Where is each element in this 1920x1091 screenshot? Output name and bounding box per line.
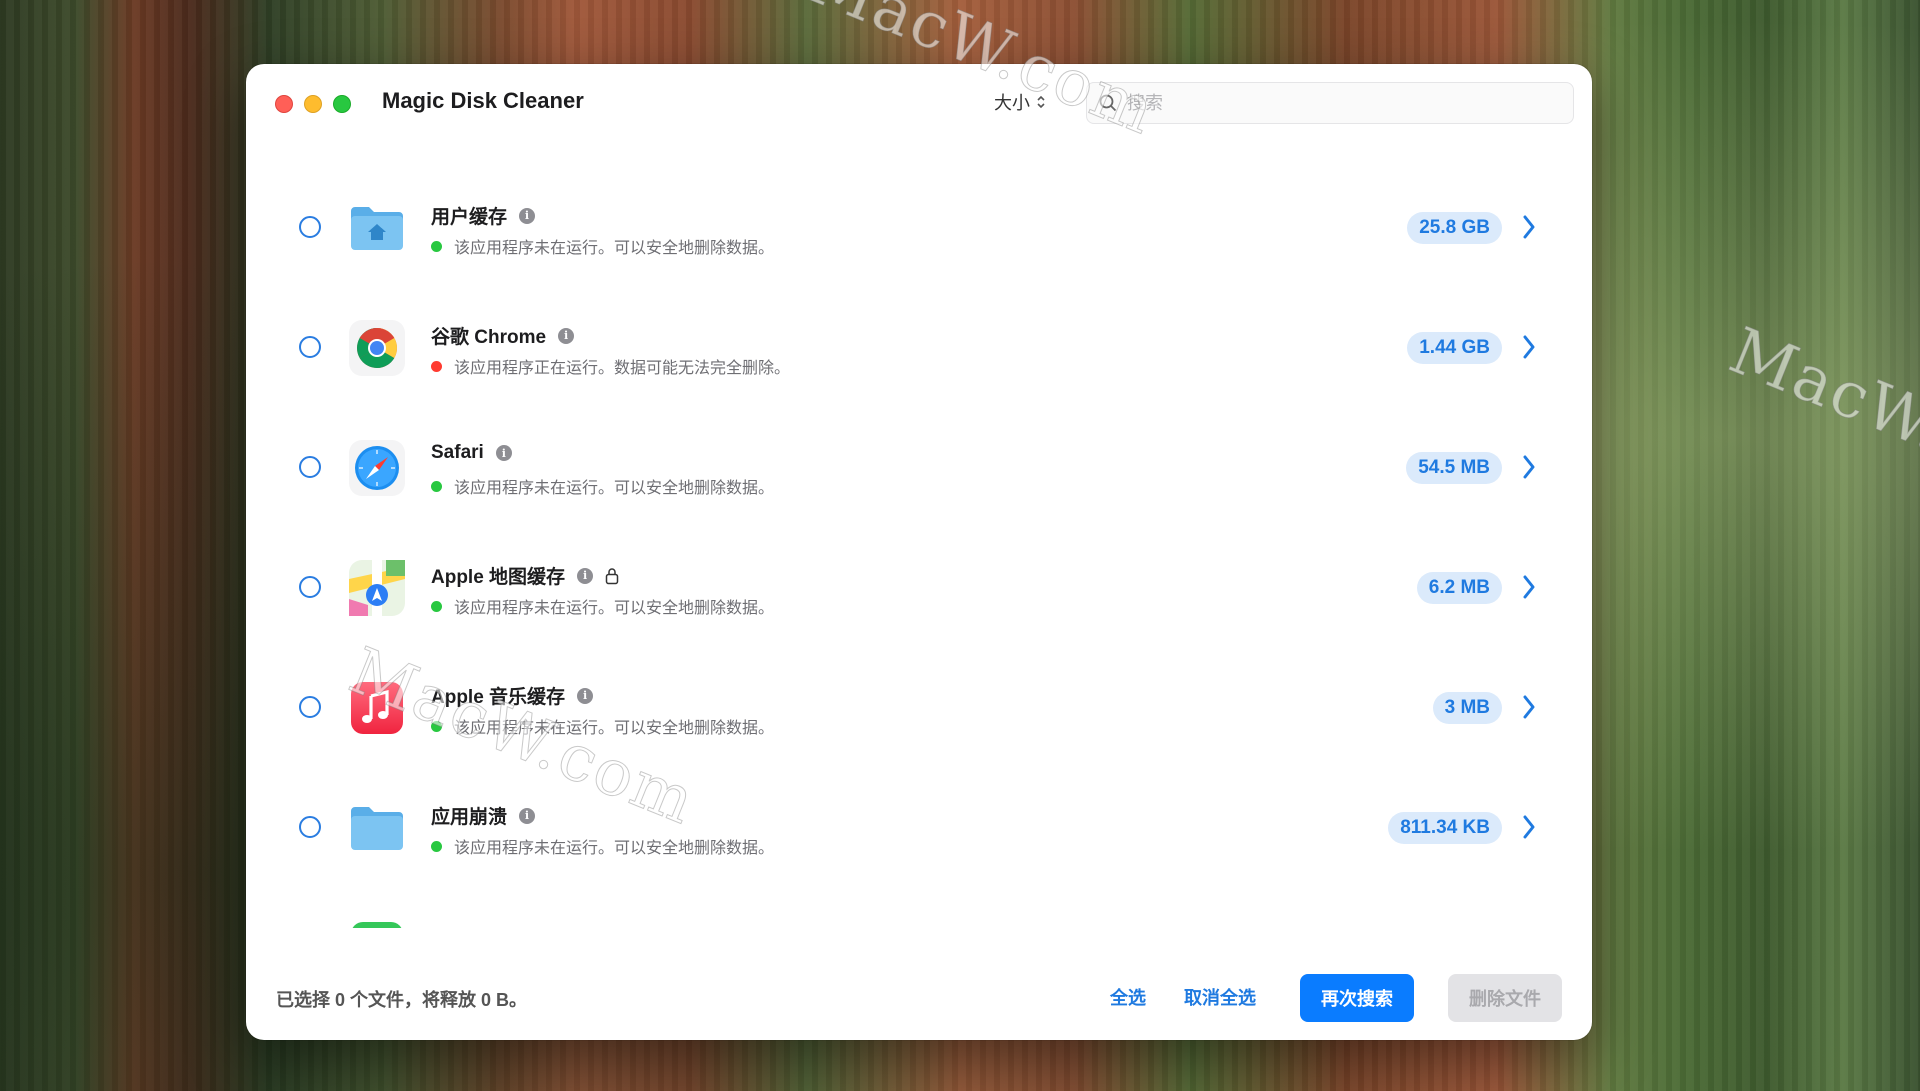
status-text: 该应用程序未在运行。可以安全地删除数据。: [454, 840, 775, 857]
app-title: Magic Disk Cleaner: [382, 88, 584, 113]
item-name: Apple 地图缓存: [431, 567, 566, 588]
cache-list: 用户缓存 i 该应用程序未在运行。可以安全地删除数据。 25.8 GB 谷歌 C…: [246, 168, 1592, 928]
status-dot-green: [431, 720, 442, 732]
list-item[interactable]: 应用崩溃 i 该应用程序未在运行。可以安全地删除数据。 811.34 KB: [246, 768, 1592, 888]
search-input[interactable]: [1125, 91, 1549, 115]
chevron-right-icon[interactable]: [1522, 814, 1536, 840]
status-text: 该应用程序正在运行。数据可能无法完全删除。: [454, 360, 791, 377]
info-icon[interactable]: i: [558, 327, 575, 344]
item-name: 用户缓存: [431, 207, 508, 228]
info-icon[interactable]: i: [519, 207, 536, 224]
search-icon: [1099, 94, 1117, 112]
select-radio[interactable]: [299, 336, 321, 358]
list-item[interactable]: Apple 地图缓存 i 该应用程序未在运行。可以安全地删除数据。 6.2 MB: [246, 528, 1592, 648]
size-badge: 54.5 MB: [1406, 452, 1502, 484]
list-item[interactable]: Apple 音乐缓存 i 该应用程序未在运行。可以安全地删除数据。 3 MB: [246, 648, 1592, 768]
item-name: 应用崩溃: [431, 807, 508, 828]
info-icon[interactable]: i: [577, 567, 594, 584]
item-name: Safari: [431, 442, 484, 463]
info-icon[interactable]: i: [577, 687, 594, 704]
title-bar: Magic Disk Cleaner 大小: [246, 64, 1592, 142]
select-all-button[interactable]: 全选: [1110, 974, 1146, 1020]
status-text: 该应用程序未在运行。可以安全地删除数据。: [454, 720, 775, 737]
lock-icon: [605, 567, 619, 584]
chevron-right-icon[interactable]: [1522, 574, 1536, 600]
minimize-button[interactable]: [304, 95, 322, 113]
sort-selector[interactable]: 大小: [982, 82, 1094, 122]
selection-summary: 已选择 0 个文件，将释放 0 B。: [276, 990, 528, 1010]
size-badge: 6.2 MB: [1416, 572, 1502, 604]
status-dot-green: [431, 840, 442, 852]
deselect-all-button[interactable]: 取消全选: [1184, 974, 1256, 1020]
home-folder-icon: [351, 207, 403, 250]
chevron-right-icon[interactable]: [1522, 694, 1536, 720]
select-radio[interactable]: [299, 576, 321, 598]
info-icon[interactable]: i: [519, 807, 536, 824]
select-radio[interactable]: [299, 696, 321, 718]
item-name: Apple 音乐缓存: [431, 687, 566, 708]
close-button[interactable]: [275, 95, 293, 113]
chevron-right-icon[interactable]: [1522, 454, 1536, 480]
folder-icon: [351, 807, 403, 850]
list-item[interactable]: Safari i 该应用程序未在运行。可以安全地删除数据。 54.5 MB: [246, 408, 1592, 528]
messages-icon: [352, 922, 402, 928]
status-text: 该应用程序未在运行。可以安全地删除数据。: [454, 480, 775, 497]
search-field[interactable]: [1086, 82, 1574, 124]
sort-chevron-icon: [1036, 94, 1046, 110]
select-radio[interactable]: [299, 456, 321, 478]
search-again-button[interactable]: 再次搜索: [1300, 974, 1414, 1022]
size-badge: 811.34 KB: [1388, 812, 1502, 844]
status-dot-red: [431, 360, 442, 372]
status-dot-green: [431, 600, 442, 612]
delete-files-button[interactable]: 删除文件: [1448, 974, 1562, 1022]
maps-icon: [349, 560, 405, 616]
status-dot-green: [431, 480, 442, 492]
status-text: 该应用程序未在运行。可以安全地删除数据。: [454, 240, 775, 257]
list-item[interactable]: 谷歌 Chrome i 该应用程序正在运行。数据可能无法完全删除。 1.44 G…: [246, 288, 1592, 408]
status-dot-green: [431, 240, 442, 252]
list-item[interactable]: 用户缓存 i 该应用程序未在运行。可以安全地删除数据。 25.8 GB: [246, 168, 1592, 288]
size-badge: 3 MB: [1432, 692, 1502, 724]
chrome-icon: [349, 320, 405, 376]
select-radio[interactable]: [299, 216, 321, 238]
safari-icon: [349, 440, 405, 496]
status-text: 该应用程序未在运行。可以安全地删除数据。: [454, 600, 775, 617]
size-badge: 1.44 GB: [1407, 332, 1502, 364]
zoom-button[interactable]: [333, 95, 351, 113]
size-badge: 25.8 GB: [1407, 212, 1502, 244]
music-icon: [351, 682, 403, 734]
footer-bar: 已选择 0 个文件，将释放 0 B。 全选 取消全选 再次搜索 删除文件: [246, 944, 1592, 1040]
item-name: 谷歌 Chrome: [431, 327, 547, 348]
list-item-partial: [246, 888, 1592, 928]
sort-label: 大小: [994, 93, 1030, 113]
select-radio[interactable]: [299, 816, 321, 838]
app-window: Magic Disk Cleaner 大小 用户缓存 i: [246, 64, 1592, 1040]
chevron-right-icon[interactable]: [1522, 214, 1536, 240]
info-icon[interactable]: i: [495, 445, 512, 461]
chevron-right-icon[interactable]: [1522, 334, 1536, 360]
